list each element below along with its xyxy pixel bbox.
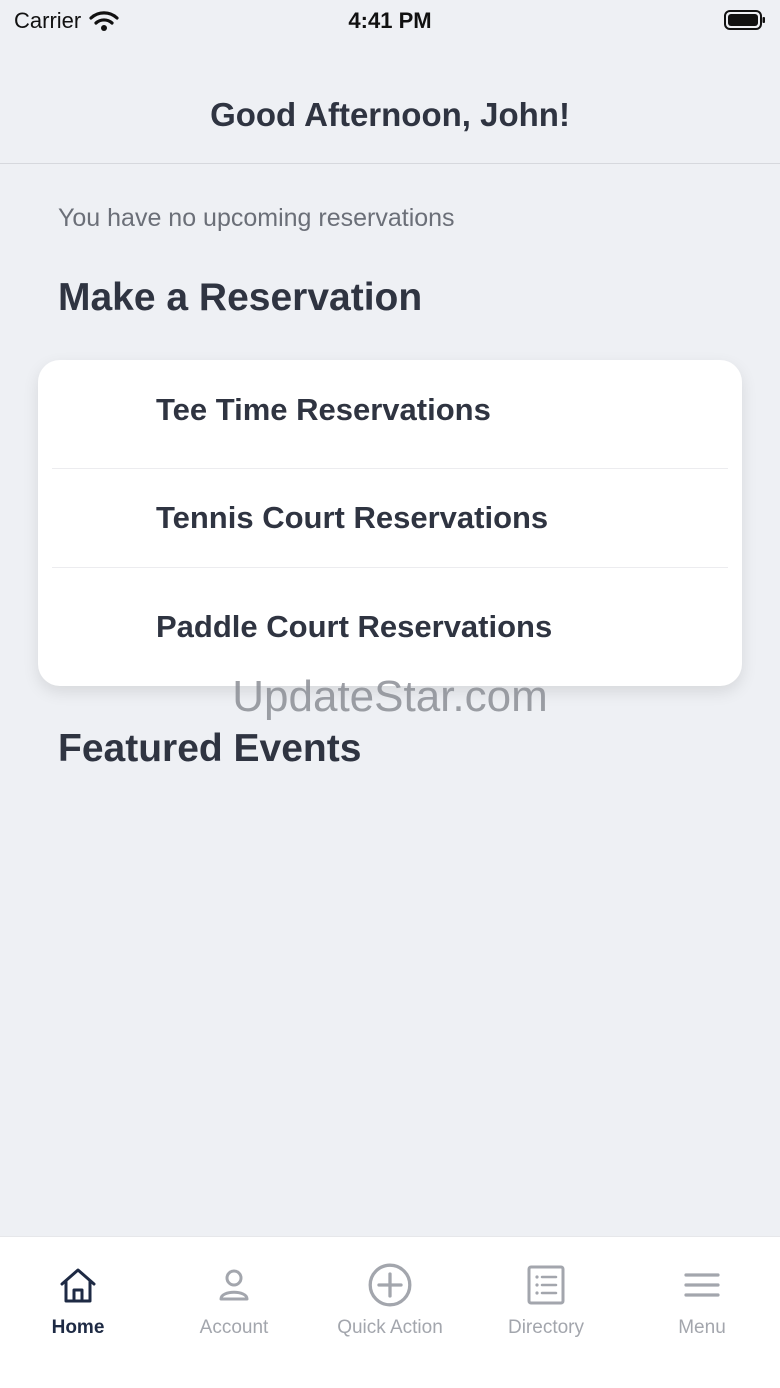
tab-bar: Home Account Quick Action Directory Menu xyxy=(0,1236,780,1388)
tab-directory[interactable]: Directory xyxy=(468,1237,624,1388)
paddle-court-reservations-label: Paddle Court Reservations xyxy=(156,609,553,644)
tab-home-label: Home xyxy=(51,1317,105,1338)
tab-account[interactable]: Account xyxy=(156,1237,312,1388)
tab-quick-action[interactable]: Quick Action xyxy=(312,1237,468,1388)
tee-time-reservations-label: Tee Time Reservations xyxy=(156,392,491,427)
tennis-court-reservations-item[interactable]: Tennis Court Reservations xyxy=(52,459,728,568)
no-reservations-text: You have no upcoming reservations xyxy=(58,204,455,232)
make-reservation-title: Make a Reservation xyxy=(58,276,423,319)
tab-account-label: Account xyxy=(199,1317,269,1338)
status-bar: Carrier 4:41 PM xyxy=(0,0,780,40)
person-icon xyxy=(219,1269,249,1301)
paddle-court-reservations-item[interactable]: Paddle Court Reservations xyxy=(52,567,728,675)
tab-quick-action-label: Quick Action xyxy=(337,1317,443,1338)
hamburger-icon xyxy=(684,1273,720,1297)
tab-menu-label: Menu xyxy=(678,1317,726,1338)
list-icon xyxy=(527,1265,565,1305)
tab-directory-label: Directory xyxy=(507,1317,584,1338)
tab-menu[interactable]: Menu xyxy=(624,1237,780,1388)
tee-time-reservations-item[interactable]: Tee Time Reservations xyxy=(52,360,728,469)
battery-icon xyxy=(724,10,765,30)
watermark-text: UpdateStar.com xyxy=(232,672,548,721)
featured-events-title: Featured Events xyxy=(58,727,362,770)
home-icon xyxy=(60,1268,96,1303)
status-time: 4:41 PM xyxy=(348,8,432,33)
tab-home[interactable]: Home xyxy=(0,1237,156,1388)
greeting-title: Good Afternoon, John! xyxy=(210,96,570,133)
reservation-options-card: Tee Time Reservations Tennis Court Reser… xyxy=(38,360,742,686)
tennis-court-reservations-label: Tennis Court Reservations xyxy=(156,500,549,535)
plus-circle-icon xyxy=(368,1263,412,1307)
header: Good Afternoon, John! xyxy=(0,40,780,164)
